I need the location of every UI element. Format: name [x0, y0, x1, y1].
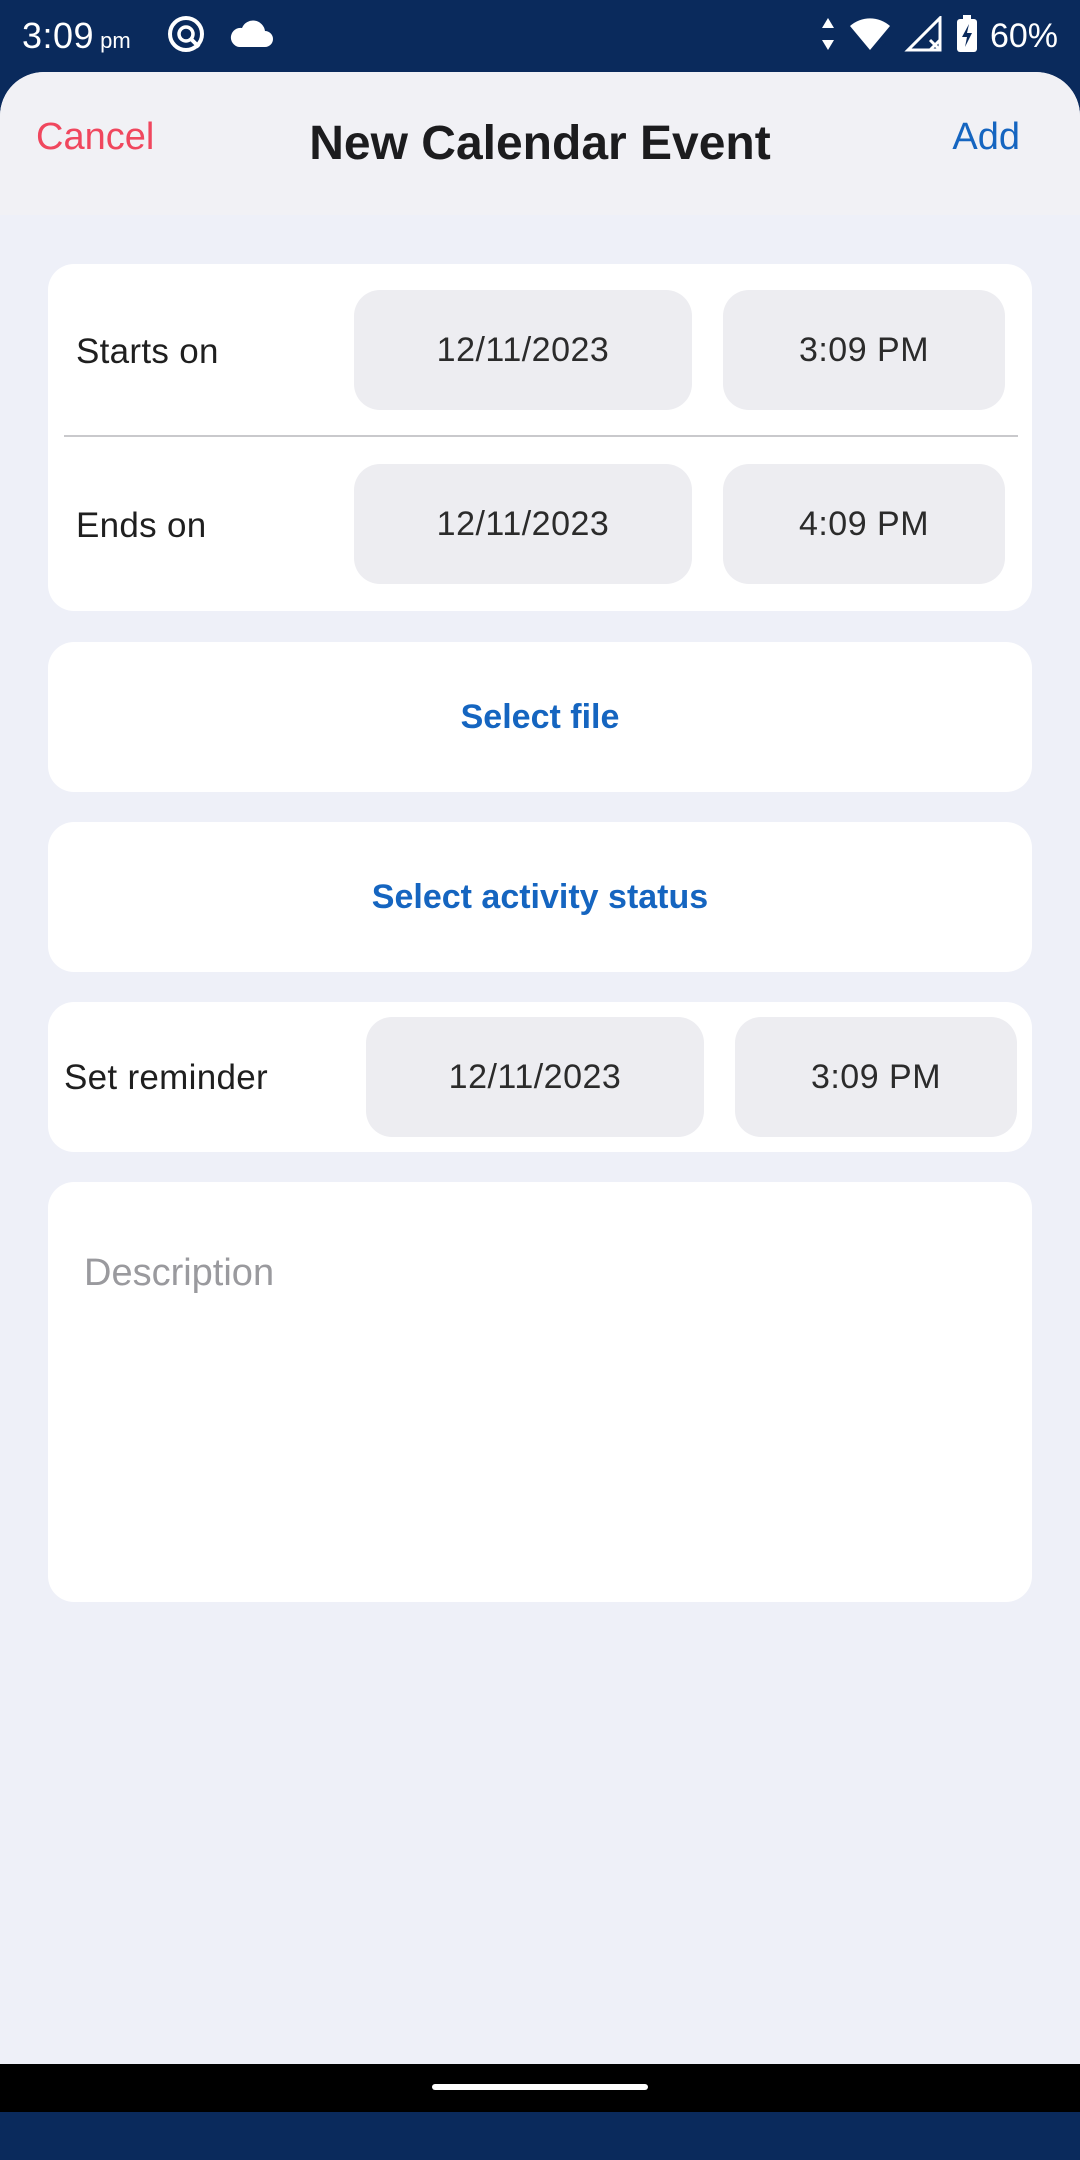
divider: [64, 435, 1018, 437]
svg-text:4: 4: [878, 35, 887, 50]
ends-label: Ends on: [76, 506, 207, 545]
battery-charging-icon: [956, 14, 978, 58]
status-right-icons: 4 60%: [820, 13, 1058, 58]
ends-row: Ends on 12/11/2023 4:09 PM: [48, 438, 1032, 611]
navigation-bar: [0, 2064, 1080, 2112]
top-bar: Cancel New Calendar Event Add: [0, 72, 1080, 215]
start-date-picker[interactable]: 12/11/2023: [354, 290, 692, 410]
date-range-card: Starts on 12/11/2023 3:09 PM Ends on 12/…: [48, 264, 1032, 611]
page-title: New Calendar Event: [309, 117, 771, 170]
status-time: 3:09: [22, 15, 95, 56]
starts-row: Starts on 12/11/2023 3:09 PM: [48, 264, 1032, 438]
cancel-button[interactable]: Cancel: [36, 116, 154, 159]
status-left-icons: [165, 13, 273, 60]
reminder-label: Set reminder: [64, 1058, 268, 1097]
start-time-picker[interactable]: 3:09 PM: [723, 290, 1005, 410]
status-ampm: pm: [100, 28, 131, 53]
data-arrows-icon: [820, 16, 836, 57]
wifi-icon: 4: [848, 16, 892, 57]
select-file-button[interactable]: Select file: [48, 642, 1032, 792]
cloud-icon: [229, 19, 273, 54]
data-saver-icon: [165, 13, 207, 60]
add-button[interactable]: Add: [952, 116, 1020, 159]
reminder-date-picker[interactable]: 12/11/2023: [366, 1017, 704, 1137]
signal-off-icon: [904, 13, 944, 57]
reminder-time-picker[interactable]: 3:09 PM: [735, 1017, 1017, 1137]
end-date-picker[interactable]: 12/11/2023: [354, 464, 692, 584]
status-bar: 3:09 pm 4 60%: [0, 0, 1080, 72]
starts-label: Starts on: [76, 332, 219, 371]
screen: 3:09 pm 4 60% Cancel New Calendar Event …: [0, 0, 1080, 2160]
select-activity-status-button[interactable]: Select activity status: [48, 822, 1032, 972]
reminder-card: Set reminder 12/11/2023 3:09 PM: [48, 1002, 1032, 1152]
event-sheet: Cancel New Calendar Event Add Starts on …: [0, 72, 1080, 2112]
home-indicator[interactable]: [432, 2084, 648, 2090]
battery-percent: 60%: [989, 16, 1058, 55]
end-time-picker[interactable]: 4:09 PM: [723, 464, 1005, 584]
description-placeholder: Description: [84, 1252, 275, 1294]
description-field[interactable]: Description: [48, 1182, 1032, 1602]
